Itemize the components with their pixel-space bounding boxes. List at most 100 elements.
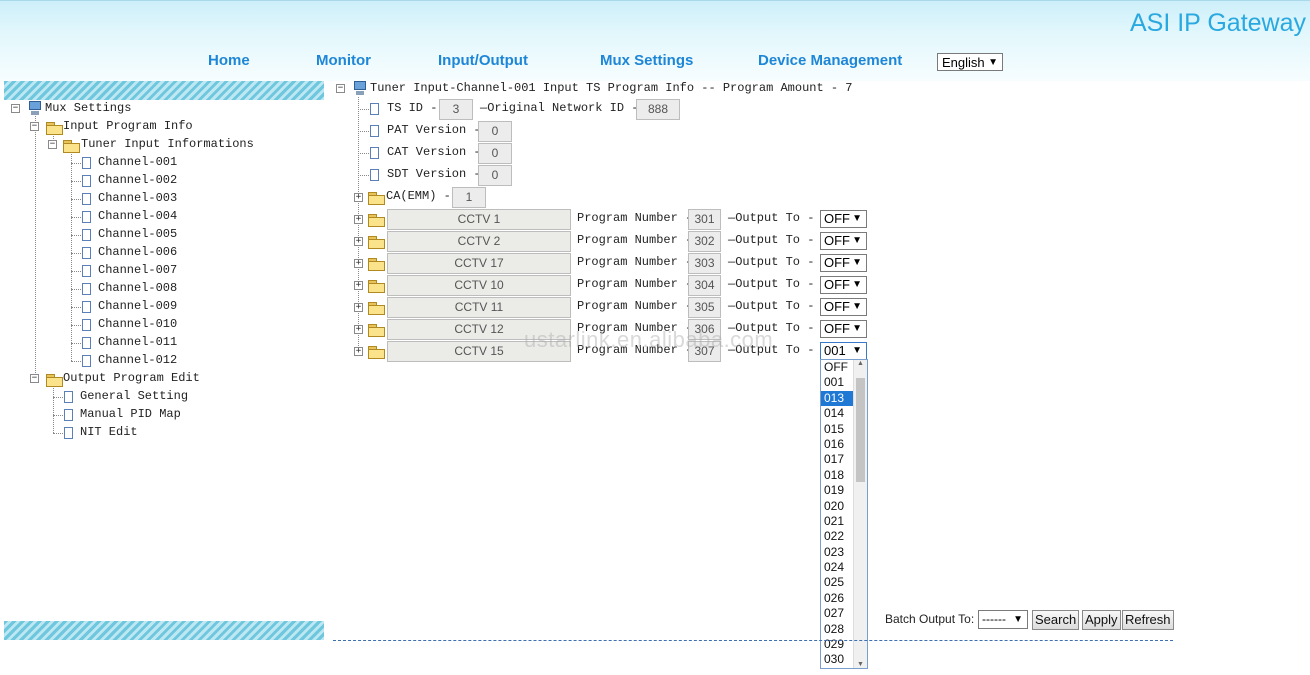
output-to-select[interactable]: OFF ▼ xyxy=(820,298,867,316)
sidebar-item-channel-012[interactable]: Channel-012 xyxy=(98,353,177,367)
sidebar-item-channel-009[interactable]: Channel-009 xyxy=(98,299,177,313)
sidebar-item-channel-005[interactable]: Channel-005 xyxy=(98,227,177,241)
nav-home[interactable]: Home xyxy=(208,52,250,69)
sidebar-item-channel-002[interactable]: Channel-002 xyxy=(98,173,177,187)
collapse-icon[interactable]: − xyxy=(336,84,345,93)
output-to-label: —Output To - xyxy=(728,299,815,313)
program-name: CCTV 17 xyxy=(387,253,571,274)
header-bar: ASI IP Gateway Home Monitor Input/Output… xyxy=(0,0,1310,81)
document-icon xyxy=(82,265,91,277)
program-number-value: 302 xyxy=(688,231,721,252)
sidebar-item-nit-edit[interactable]: NIT Edit xyxy=(80,425,138,439)
collapse-icon[interactable]: − xyxy=(30,122,39,131)
output-to-select[interactable]: OFF ▼ xyxy=(820,210,867,228)
folder-icon xyxy=(368,302,385,315)
sidebar-bottom-band xyxy=(4,621,324,640)
output-to-select-open[interactable]: 001 ▼ xyxy=(820,342,867,360)
language-select[interactable]: English ▼ xyxy=(937,53,1003,71)
expand-icon[interactable]: + xyxy=(354,237,363,246)
app-title: ASI IP Gateway xyxy=(1129,9,1306,37)
refresh-button[interactable]: Refresh xyxy=(1122,610,1174,630)
chevron-down-icon: ▼ xyxy=(852,257,862,268)
program-number-value: 305 xyxy=(688,297,721,318)
folder-icon xyxy=(368,280,385,293)
document-icon xyxy=(370,169,379,181)
program-name: CCTV 1 xyxy=(387,209,571,230)
chevron-down-icon: ▼ xyxy=(1013,614,1023,625)
nav-device-management[interactable]: Device Management xyxy=(758,52,902,69)
expand-icon[interactable]: + xyxy=(354,193,363,202)
document-icon xyxy=(82,337,91,349)
output-to-select[interactable]: OFF ▼ xyxy=(820,320,867,338)
expand-icon[interactable]: + xyxy=(354,259,363,268)
scroll-up-icon[interactable]: ▲ xyxy=(857,360,864,367)
output-to-value: OFF xyxy=(824,277,850,292)
sidebar-item-channel-008[interactable]: Channel-008 xyxy=(98,281,177,295)
folder-icon xyxy=(368,214,385,227)
search-button[interactable]: Search xyxy=(1032,610,1080,630)
tree-tuner-input[interactable]: Tuner Input Informations xyxy=(81,137,254,151)
output-to-label: —Output To - xyxy=(728,255,815,269)
sidebar-item-channel-003[interactable]: Channel-003 xyxy=(98,191,177,205)
folder-icon xyxy=(368,324,385,337)
sidebar-item-channel-004[interactable]: Channel-004 xyxy=(98,209,177,223)
collapse-icon[interactable]: − xyxy=(48,140,57,149)
document-icon xyxy=(82,175,91,187)
sidebar-item-channel-010[interactable]: Channel-010 xyxy=(98,317,177,331)
collapse-icon[interactable]: − xyxy=(11,104,20,113)
apply-button[interactable]: Apply xyxy=(1082,610,1121,630)
chevron-down-icon: ▼ xyxy=(852,279,862,290)
document-icon xyxy=(64,427,73,439)
expand-icon[interactable]: + xyxy=(354,215,363,224)
sidebar-item-channel-007[interactable]: Channel-007 xyxy=(98,263,177,277)
document-icon xyxy=(370,103,379,115)
tree-output-program-edit[interactable]: Output Program Edit xyxy=(63,371,200,385)
folder-icon xyxy=(368,192,385,205)
nav-input-output[interactable]: Input/Output xyxy=(438,52,528,69)
document-icon xyxy=(82,247,91,259)
document-icon xyxy=(82,283,91,295)
program-name: CCTV 11 xyxy=(387,297,571,318)
tree-root-mux-settings[interactable]: Mux Settings xyxy=(45,101,131,115)
nav-mux-settings[interactable]: Mux Settings xyxy=(600,52,693,69)
document-icon xyxy=(64,409,73,421)
tree-input-program-info[interactable]: Input Program Info xyxy=(63,119,193,133)
ca-emm-label: CA(EMM) - xyxy=(386,189,451,203)
dropdown-scrollbar[interactable]: ▲ ▼ xyxy=(853,360,867,668)
scrollbar-thumb[interactable] xyxy=(856,378,865,482)
scroll-down-icon[interactable]: ▼ xyxy=(857,661,864,668)
output-to-select[interactable]: OFF ▼ xyxy=(820,232,867,250)
document-icon xyxy=(82,229,91,241)
expand-icon[interactable]: + xyxy=(354,347,363,356)
onid-value: 888 xyxy=(636,99,680,120)
document-icon xyxy=(82,355,91,367)
nav-monitor[interactable]: Monitor xyxy=(316,52,371,69)
output-to-value: OFF xyxy=(824,255,850,270)
output-to-value: OFF xyxy=(824,233,850,248)
sidebar-item-manual-pid-map[interactable]: Manual PID Map xyxy=(80,407,181,421)
chevron-down-icon: ▼ xyxy=(852,213,862,224)
pat-version-label: PAT Version - xyxy=(387,123,481,137)
expand-icon[interactable]: + xyxy=(354,325,363,334)
ts-id-value: 3 xyxy=(439,99,473,120)
output-to-label: —Output To - xyxy=(728,211,815,225)
program-name: CCTV 2 xyxy=(387,231,571,252)
sidebar-item-general-setting[interactable]: General Setting xyxy=(80,389,188,403)
sdt-version-label: SDT Version - xyxy=(387,167,481,181)
collapse-icon[interactable]: − xyxy=(30,374,39,383)
batch-output-select[interactable]: ------ ▼ xyxy=(978,610,1028,629)
document-icon xyxy=(370,147,379,159)
document-icon xyxy=(64,391,73,403)
sidebar-item-channel-011[interactable]: Channel-011 xyxy=(98,335,177,349)
cat-version-value: 0 xyxy=(478,143,512,164)
output-to-select[interactable]: OFF ▼ xyxy=(820,276,867,294)
output-to-select[interactable]: OFF ▼ xyxy=(820,254,867,272)
program-number-label: Program Number - xyxy=(577,233,693,247)
output-to-value: OFF xyxy=(824,299,850,314)
batch-output-value: ------ xyxy=(982,612,1006,626)
output-dropdown-list[interactable]: OFF 001 013 014 015 016 017 018 019 020 021 022 023 0… xyxy=(820,359,868,669)
expand-icon[interactable]: + xyxy=(354,281,363,290)
expand-icon[interactable]: + xyxy=(354,303,363,312)
sidebar-item-channel-001[interactable]: Channel-001 xyxy=(98,155,177,169)
sidebar-item-channel-006[interactable]: Channel-006 xyxy=(98,245,177,259)
